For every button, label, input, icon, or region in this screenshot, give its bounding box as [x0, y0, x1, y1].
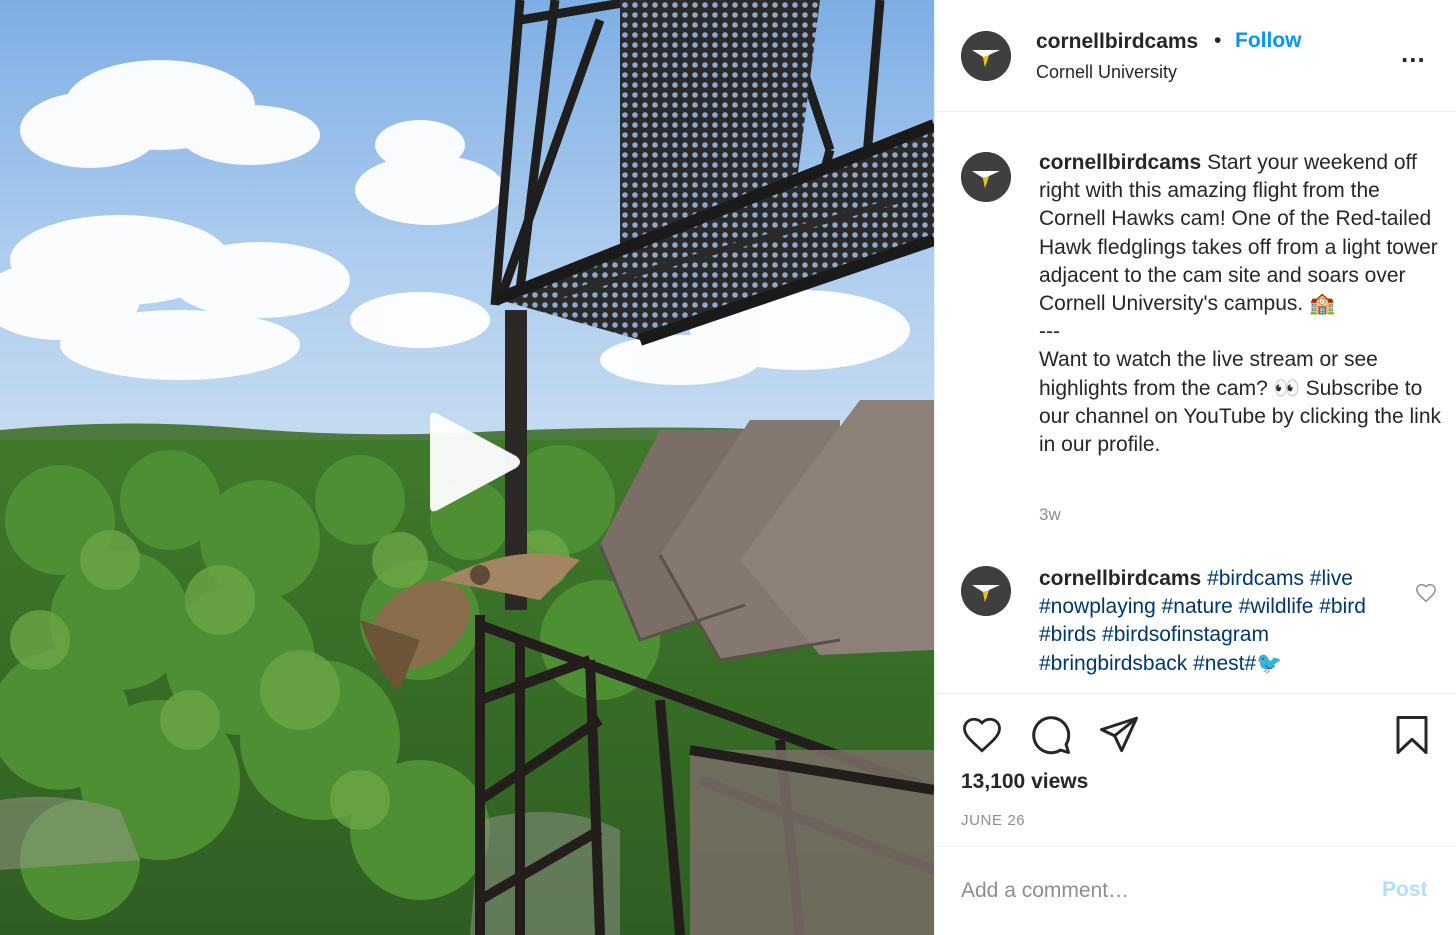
cornell-bird-logo-icon	[961, 566, 1011, 616]
comments-list[interactable]: cornellbirdcams Start your weekend off r…	[935, 113, 1456, 693]
caption-text: Start your weekend off right with this a…	[1039, 151, 1438, 316]
hashtag[interactable]: #birdsofinstagram	[1102, 623, 1269, 646]
post-caption: cornellbirdcams Start your weekend off r…	[1039, 149, 1444, 459]
comment-like-heart-icon[interactable]	[1415, 582, 1437, 604]
hashtag-comment: cornellbirdcams #birdcams #live #nowplay…	[1039, 565, 1389, 678]
post-comment-button[interactable]: Post	[1382, 878, 1428, 902]
avatar[interactable]	[961, 566, 1011, 616]
post-actions: 13,100 views JUNE 26	[935, 693, 1456, 846]
hashtag[interactable]: #birdcams	[1207, 567, 1304, 590]
hashtag[interactable]: #birds	[1039, 623, 1096, 646]
caption-username[interactable]: cornellbirdcams	[1039, 151, 1201, 174]
hashtag[interactable]: #wildlife	[1239, 595, 1314, 618]
hashtag[interactable]: #nowplaying	[1039, 595, 1156, 618]
avatar[interactable]	[961, 31, 1011, 81]
caption-text-2: Want to watch the live stream or see hig…	[1039, 348, 1441, 457]
heart-icon[interactable]	[961, 714, 1003, 756]
comment-username[interactable]: cornellbirdcams	[1039, 567, 1201, 590]
location-link[interactable]: Cornell University	[1036, 62, 1177, 83]
paper-plane-icon[interactable]	[1098, 713, 1140, 755]
header-username[interactable]: cornellbirdcams	[1036, 30, 1198, 54]
post-header: cornellbirdcams • Follow Cornell Univers…	[935, 0, 1456, 112]
follow-button[interactable]: Follow	[1235, 29, 1302, 53]
hashtag[interactable]: #🐦	[1244, 652, 1282, 675]
caption-time-ago[interactable]: 3w	[1039, 505, 1061, 525]
bookmark-icon[interactable]	[1391, 714, 1433, 756]
hashtag[interactable]: #nature	[1162, 595, 1233, 618]
header-separator: •	[1214, 29, 1222, 52]
view-count[interactable]: 13,100 views	[961, 770, 1088, 794]
comment-input[interactable]	[961, 871, 1361, 911]
hashtag[interactable]: #bird	[1319, 595, 1366, 618]
play-icon	[430, 412, 520, 512]
avatar[interactable]	[961, 152, 1011, 202]
more-options-icon[interactable]: ...	[1401, 38, 1431, 68]
post-date[interactable]: JUNE 26	[961, 812, 1025, 829]
hashtag[interactable]: #live	[1310, 567, 1353, 590]
comment-bubble-icon[interactable]	[1030, 714, 1072, 756]
cornell-bird-logo-icon	[961, 152, 1011, 202]
play-button[interactable]	[420, 408, 524, 516]
hashtag[interactable]: #bringbirdsback	[1039, 652, 1187, 675]
post-video[interactable]	[0, 0, 934, 935]
cornell-bird-logo-icon	[961, 31, 1011, 81]
add-comment-bar: Post	[935, 846, 1456, 935]
post-side-panel: cornellbirdcams • Follow Cornell Univers…	[934, 0, 1456, 935]
caption-divider: ---	[1039, 320, 1060, 344]
hashtag[interactable]: #nest	[1193, 652, 1244, 675]
